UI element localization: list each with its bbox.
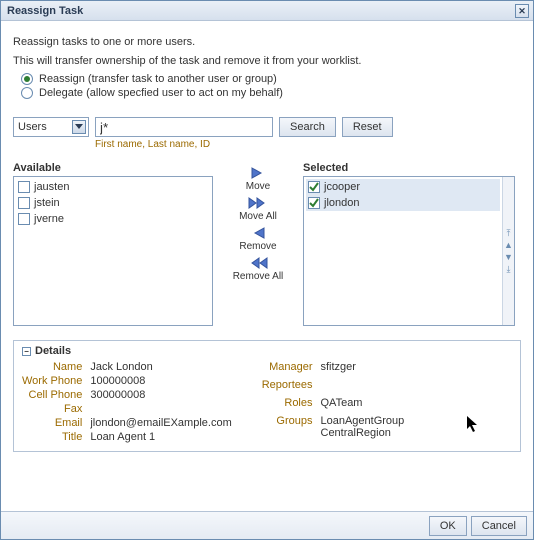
collapse-icon[interactable]: − (22, 347, 31, 356)
cancel-button[interactable]: Cancel (471, 516, 527, 536)
details-legend: − Details (22, 345, 512, 357)
checkbox-icon[interactable] (18, 181, 30, 193)
available-list[interactable]: jausten jstein jverne (13, 176, 213, 326)
details-panel: − Details Name Jack London Work Phone 10… (13, 340, 521, 452)
value-manager: sfitzger (321, 361, 405, 377)
value-work-phone: 100000008 (90, 375, 231, 387)
list-item-label: jverne (34, 213, 64, 225)
radio-delegate-label: Delegate (allow specfied user to act on … (39, 87, 283, 99)
move-all-label: Move All (239, 211, 277, 222)
list-item-label: jausten (34, 181, 69, 193)
chevron-down-icon (72, 120, 86, 134)
label-name: Name (22, 361, 82, 373)
shuttle-controls: Move Move All Remove Remove All (223, 162, 293, 282)
scope-select[interactable]: Users (13, 117, 89, 137)
remove-all-label: Remove All (233, 271, 284, 282)
arrow-left-icon (249, 226, 267, 240)
radio-icon (21, 87, 33, 99)
radio-icon (21, 73, 33, 85)
scope-column: Users (13, 117, 89, 137)
search-button[interactable]: Search (279, 117, 336, 137)
reassign-task-dialog: Reassign Task ✕ Reassign tasks to one or… (0, 0, 534, 540)
label-fax: Fax (22, 403, 82, 415)
list-item-label: jlondon (324, 197, 359, 209)
checkbox-icon[interactable] (18, 213, 30, 225)
arrow-double-left-icon (247, 256, 269, 270)
dialog-body: Reassign tasks to one or more users. Thi… (1, 21, 533, 511)
value-reportees (321, 379, 405, 395)
available-label: Available (13, 162, 213, 174)
value-cell-phone: 300000008 (90, 389, 231, 401)
label-groups: Groups (262, 415, 313, 443)
move-top-icon[interactable]: ⤒ (504, 228, 514, 238)
value-title: Loan Agent 1 (90, 431, 231, 443)
move-all-button[interactable]: Move All (239, 196, 277, 222)
details-grid: Name Jack London Work Phone 100000008 Ce… (22, 361, 512, 443)
details-heading: Details (35, 345, 71, 357)
value-name: Jack London (90, 361, 231, 373)
checkbox-icon[interactable] (18, 197, 30, 209)
details-left: Name Jack London Work Phone 100000008 Ce… (22, 361, 232, 443)
label-cell-phone: Cell Phone (22, 389, 82, 401)
cursor-icon (466, 415, 480, 433)
label-work-phone: Work Phone (22, 375, 82, 387)
list-item[interactable]: jausten (16, 179, 210, 195)
arrow-double-right-icon (247, 196, 269, 210)
radio-delegate[interactable]: Delegate (allow specfied user to act on … (21, 87, 521, 99)
list-item[interactable]: jverne (16, 211, 210, 227)
checkbox-checked-icon[interactable] (308, 197, 320, 209)
intro-line-1: Reassign tasks to one or more users. (13, 35, 521, 50)
move-up-icon[interactable]: ▲ (504, 240, 514, 250)
value-email: jlondon@emailEXample.com (90, 417, 231, 429)
dialog-footer: OK Cancel (1, 511, 533, 539)
label-manager: Manager (262, 361, 313, 377)
selected-list[interactable]: jcooper jlondon (304, 177, 502, 325)
close-icon[interactable]: ✕ (515, 4, 529, 18)
intro-line-2: This will transfer ownership of the task… (13, 54, 521, 69)
list-item-label: jstein (34, 197, 60, 209)
dialog-titlebar: Reassign Task ✕ (1, 1, 533, 21)
checkbox-checked-icon[interactable] (308, 181, 320, 193)
list-item[interactable]: jstein (16, 195, 210, 211)
list-item[interactable]: jlondon (306, 195, 500, 211)
move-bottom-icon[interactable]: ⤓ (504, 264, 514, 274)
ok-button[interactable]: OK (429, 516, 467, 536)
search-row: Users First name, Last name, ID Search R… (13, 117, 521, 150)
remove-button[interactable]: Remove (239, 226, 276, 252)
scope-value: Users (18, 121, 47, 133)
value-roles: QATeam (321, 397, 405, 413)
list-item[interactable]: jcooper (306, 179, 500, 195)
details-right: Manager sfitzger Reportees Roles QATeam … (262, 361, 405, 443)
reset-button[interactable]: Reset (342, 117, 393, 137)
label-title: Title (22, 431, 82, 443)
search-input[interactable] (95, 117, 273, 137)
remove-all-button[interactable]: Remove All (233, 256, 284, 282)
selected-label: Selected (303, 162, 515, 174)
query-column: First name, Last name, ID (95, 117, 273, 150)
available-column: Available jausten jstein jverne (13, 162, 213, 326)
label-roles: Roles (262, 397, 313, 413)
selected-list-wrapper: jcooper jlondon ⤒ ▲ ▼ ⤓ (303, 176, 515, 326)
shuttle-picker: Available jausten jstein jverne (13, 162, 521, 326)
selected-column: Selected jcooper jlondon ⤒ (303, 162, 515, 326)
label-email: Email (22, 417, 82, 429)
value-fax (90, 403, 231, 415)
move-button[interactable]: Move (246, 166, 270, 192)
arrow-right-icon (249, 166, 267, 180)
move-down-icon[interactable]: ▼ (504, 252, 514, 262)
move-label: Move (246, 181, 270, 192)
remove-label: Remove (239, 241, 276, 252)
label-reportees: Reportees (262, 379, 313, 395)
value-groups: LoanAgentGroup CentralRegion (321, 415, 405, 443)
search-hint: First name, Last name, ID (95, 139, 273, 150)
list-item-label: jcooper (324, 181, 360, 193)
radio-reassign-label: Reassign (transfer task to another user … (39, 73, 277, 85)
reorder-controls: ⤒ ▲ ▼ ⤓ (502, 177, 514, 325)
dialog-title: Reassign Task (7, 5, 83, 17)
radio-reassign[interactable]: Reassign (transfer task to another user … (21, 73, 521, 85)
